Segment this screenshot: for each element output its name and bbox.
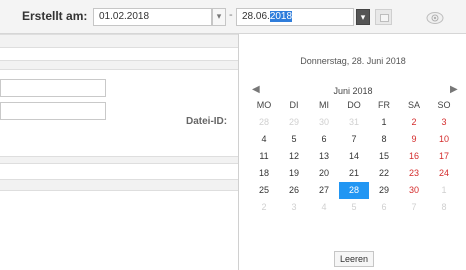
calendar-day[interactable]: 13 <box>309 148 339 165</box>
calendar-day[interactable]: 24 <box>429 165 459 182</box>
calendar-day[interactable]: 30 <box>399 182 429 199</box>
calendar-day[interactable]: 5 <box>339 199 369 216</box>
chevron-down-icon: ▾ <box>216 11 222 21</box>
date-from-value: 01.02.2018 <box>99 11 150 22</box>
range-separator: - <box>229 9 233 21</box>
calendar-day[interactable]: 18 <box>249 165 279 182</box>
calendar-day[interactable]: 9 <box>399 131 429 148</box>
calendar-day[interactable]: 1 <box>429 182 459 199</box>
section-band <box>0 34 238 48</box>
form-panel: Datei-ID: <box>0 34 238 270</box>
calendar-week: 4 5 6 7 8 9 10 <box>249 131 459 148</box>
calendar-day[interactable]: 2 <box>399 114 429 131</box>
section-band <box>0 60 238 70</box>
calendar-day[interactable]: 19 <box>279 165 309 182</box>
calendar-day[interactable]: 30 <box>309 114 339 131</box>
calendar-grid: MO DI MI DO FR SA SO 28 29 30 31 1 2 3 4… <box>249 97 459 216</box>
calendar-day[interactable]: 23 <box>399 165 429 182</box>
date-from-input[interactable]: 01.02.2018 <box>93 8 212 26</box>
weekday-label: DI <box>289 100 299 110</box>
next-month-button[interactable]: ▶ <box>450 84 458 95</box>
calendar-day[interactable]: 3 <box>429 114 459 131</box>
eye-icon[interactable] <box>426 11 444 25</box>
calendar-day[interactable]: 25 <box>249 182 279 199</box>
calendar-day[interactable]: 16 <box>399 148 429 165</box>
date-to-input[interactable]: 28.06.2018 <box>236 8 354 26</box>
weekday-label: MI <box>319 100 329 110</box>
chevron-right-icon: ▶ <box>450 84 458 95</box>
calendar-day[interactable]: 14 <box>339 148 369 165</box>
weekday-row: MO DI MI DO FR SA SO <box>249 97 459 114</box>
calendar-day[interactable]: 29 <box>279 114 309 131</box>
weekday-label: DO <box>347 100 361 110</box>
calendar-day[interactable]: 27 <box>309 182 339 199</box>
calendar-day[interactable]: 31 <box>339 114 369 131</box>
calendar-day[interactable]: 6 <box>369 199 399 216</box>
calendar-week: 25 26 27 28 29 30 1 <box>249 182 459 199</box>
calendar-day[interactable]: 15 <box>369 148 399 165</box>
calendar-day[interactable]: 29 <box>369 182 399 199</box>
date-to-selected-year: 2018 <box>269 11 293 22</box>
clear-date-button[interactable]: Leeren <box>334 251 374 267</box>
created-date-label: Erstellt am: <box>22 9 88 23</box>
calendar-day[interactable]: 22 <box>369 165 399 182</box>
date-from-dropdown-button[interactable]: ▾ <box>212 8 226 26</box>
calendar-day[interactable]: 8 <box>429 199 459 216</box>
calendar-day[interactable]: 6 <box>309 131 339 148</box>
calendar-day[interactable]: 8 <box>369 131 399 148</box>
calendar-day[interactable]: 5 <box>279 131 309 148</box>
calendar-day[interactable]: 28 <box>249 114 279 131</box>
calendar-day[interactable]: 11 <box>249 148 279 165</box>
calendar-day[interactable]: 2 <box>249 199 279 216</box>
calendar-day[interactable]: 3 <box>279 199 309 216</box>
weekday-label: SA <box>407 100 420 110</box>
weekday-label: SO <box>437 100 451 110</box>
calendar-day[interactable]: 7 <box>339 131 369 148</box>
calendar-day[interactable]: 12 <box>279 148 309 165</box>
calendar-week: 2 3 4 5 6 7 8 <box>249 199 459 216</box>
section-band <box>0 156 238 164</box>
text-field[interactable] <box>0 79 106 97</box>
calendar-toggle-button[interactable] <box>375 9 392 25</box>
calendar-week: 11 12 13 14 15 16 17 <box>249 148 459 165</box>
calendar-day[interactable]: 4 <box>249 131 279 148</box>
calendar-day[interactable]: 20 <box>309 165 339 182</box>
calendar-week: 28 29 30 31 1 2 3 <box>249 114 459 131</box>
calendar-day[interactable]: 7 <box>399 199 429 216</box>
weekday-label: FR <box>378 100 390 110</box>
calendar-header: Donnerstag, 28. Juni 2018 <box>300 56 406 66</box>
section-band <box>0 179 238 191</box>
calendar-week: 18 19 20 21 22 23 24 <box>249 165 459 182</box>
weekday-label: MO <box>256 100 272 110</box>
date-picker-popup: Donnerstag, 28. Juni 2018 ◀ Juni 2018 ▶ … <box>238 34 466 270</box>
calendar-icon <box>380 14 389 22</box>
date-to-dropdown-button[interactable]: ▾ <box>356 9 370 25</box>
calendar-day[interactable]: 1 <box>369 114 399 131</box>
calendar-day[interactable]: 26 <box>279 182 309 199</box>
datei-id-label: Datei-ID: <box>186 116 228 127</box>
calendar-day[interactable]: 4 <box>309 199 339 216</box>
calendar-day[interactable]: 10 <box>429 131 459 148</box>
date-to-value-prefix: 28.06. <box>242 11 270 22</box>
text-field[interactable] <box>0 102 106 120</box>
filter-bar: Erstellt am: 01.02.2018 ▾ - 28.06.2018 ▾ <box>0 0 466 34</box>
calendar-day[interactable]: 17 <box>429 148 459 165</box>
chevron-down-icon: ▾ <box>360 12 366 22</box>
calendar-day-selected[interactable]: 28 <box>339 182 369 199</box>
calendar-month-label: Juni 2018 <box>333 86 373 96</box>
calendar-day[interactable]: 21 <box>339 165 369 182</box>
